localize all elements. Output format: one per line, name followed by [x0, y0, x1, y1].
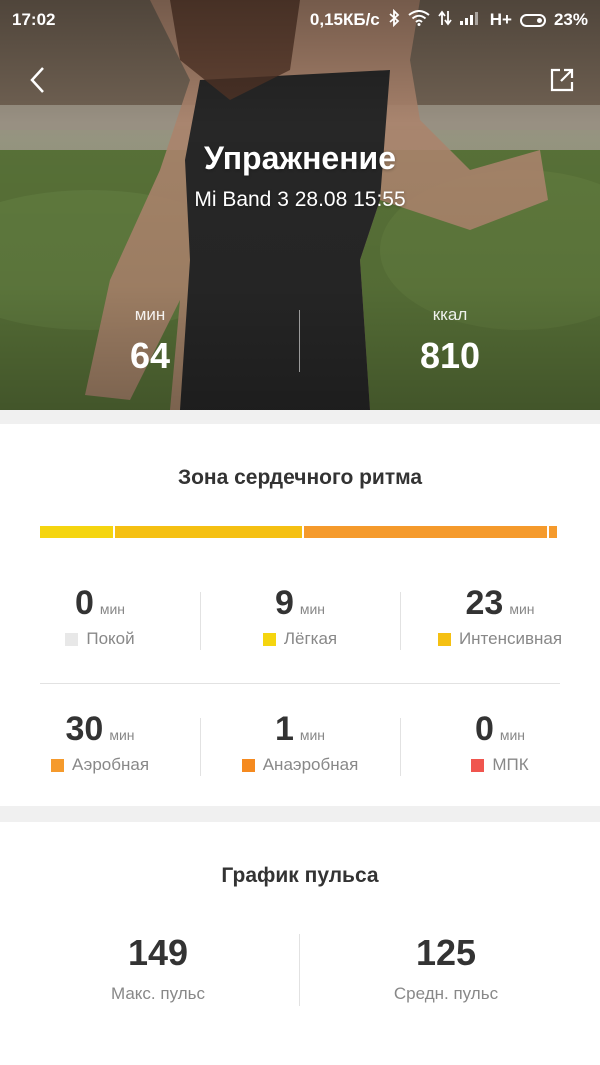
zone-intensive-unit: мин [509, 601, 535, 617]
zone-vo2max-swatch [471, 758, 485, 772]
zone-rest-unit: мин [99, 601, 126, 617]
max-pulse-value: 149 [127, 932, 189, 973]
avg-pulse-value: 125 [415, 932, 477, 973]
back-button[interactable] [18, 60, 58, 100]
chevron-left-icon [30, 67, 44, 93]
zone-light: 9 мин Лёгкая [200, 584, 400, 649]
duration-stat: мин 64 [0, 305, 300, 377]
calories-unit: ккал [432, 305, 468, 324]
data-transfer-icon [438, 10, 452, 31]
zone-aerobic-swatch [50, 758, 64, 772]
page-title: Упражнение [204, 140, 396, 176]
battery-percent: 23% [553, 10, 588, 29]
pulse-chart-card[interactable]: График пульса 149 Макс. пульс 125 Средн.… [0, 822, 600, 1065]
zone-aerobic-unit: мин [109, 727, 135, 743]
max-pulse-stat: 149 Макс. пульс [8, 932, 308, 1004]
duration-unit: мин [134, 305, 166, 324]
calories-value: 810 [419, 335, 481, 376]
max-pulse-label: Макс. пульс [111, 984, 205, 1003]
duration-value: 64 [129, 335, 171, 376]
device-date-subtitle: Mi Band 3 28.08 15:55 [194, 188, 406, 211]
zone-row-top: 0 мин Покой 9 мин Лёгкая 23 мин Интенсивная [0, 584, 600, 654]
heart-rate-zone-card: Зона сердечного ритма 0 мин Покой 9 мин Лё… [0, 424, 600, 806]
zone-bar-segment [115, 526, 302, 538]
network-type: H+ [489, 10, 512, 29]
zone-intensive: 23 мин Интенсивная [400, 584, 600, 649]
hero-banner: 17:02 0,15КБ/с H+ 23% Упражнение Mi Band… [0, 0, 600, 410]
zone-rest: 0 мин Покой [0, 584, 200, 649]
zone-aerobic: 30 мин Аэробная [0, 710, 200, 775]
zone-anaerobic-unit: мин [299, 727, 326, 743]
zone-row-bottom: 30 мин Аэробная 1 мин Анаэробная 0 мин МПК [0, 710, 600, 780]
zone-vo2max-label: МПК [492, 755, 529, 774]
heart-rate-zone-title: Зона сердечного ритма [177, 466, 423, 489]
share-icon [550, 68, 574, 92]
battery-icon [519, 13, 546, 27]
wifi-icon [408, 9, 430, 31]
zone-intensive-value: 23 [465, 584, 504, 622]
zone-bar-segment [40, 526, 113, 538]
zone-light-unit: мин [299, 601, 326, 617]
zone-aerobic-label: Аэробная [71, 755, 150, 774]
status-time: 17:02 [12, 10, 56, 29]
zone-light-label: Лёгкая [283, 629, 338, 648]
zone-anaerobic-value: 1 [274, 710, 294, 748]
zone-rest-label: Покой [86, 629, 135, 648]
network-speed: 0,15КБ/с [309, 10, 380, 29]
zone-vo2max: 0 мин МПК [400, 710, 600, 775]
zone-rest-swatch [65, 632, 79, 646]
zone-aerobic-value: 30 [65, 710, 104, 748]
zone-rest-value: 0 [74, 584, 94, 622]
pulse-chart-title: График пульса [221, 864, 379, 887]
zone-intensive-label: Интенсивная [458, 629, 563, 648]
calories-stat: ккал 810 [300, 305, 600, 377]
zone-row-divider [40, 683, 560, 684]
signal-icon [459, 11, 482, 30]
zone-anaerobic: 1 мин Анаэробная [200, 710, 400, 775]
bluetooth-icon [388, 8, 400, 32]
avg-pulse-stat: 125 Средн. пульс [296, 932, 596, 1004]
zone-anaerobic-label: Анаэробная [262, 755, 359, 774]
zone-bar-segment [303, 526, 547, 538]
zone-vo2max-value: 0 [474, 710, 494, 748]
zone-bar-segment [548, 526, 557, 538]
zone-light-value: 9 [274, 584, 294, 622]
zone-light-swatch [262, 632, 276, 646]
status-bar: 17:02 0,15КБ/с H+ 23% [0, 0, 600, 40]
share-button[interactable] [542, 60, 582, 100]
zone-vo2max-unit: мин [499, 727, 526, 743]
avg-pulse-label: Средн. пульс [393, 984, 499, 1003]
heart-rate-zone-bar [40, 526, 557, 538]
zone-intensive-swatch [437, 632, 451, 646]
zone-anaerobic-swatch [241, 758, 255, 772]
